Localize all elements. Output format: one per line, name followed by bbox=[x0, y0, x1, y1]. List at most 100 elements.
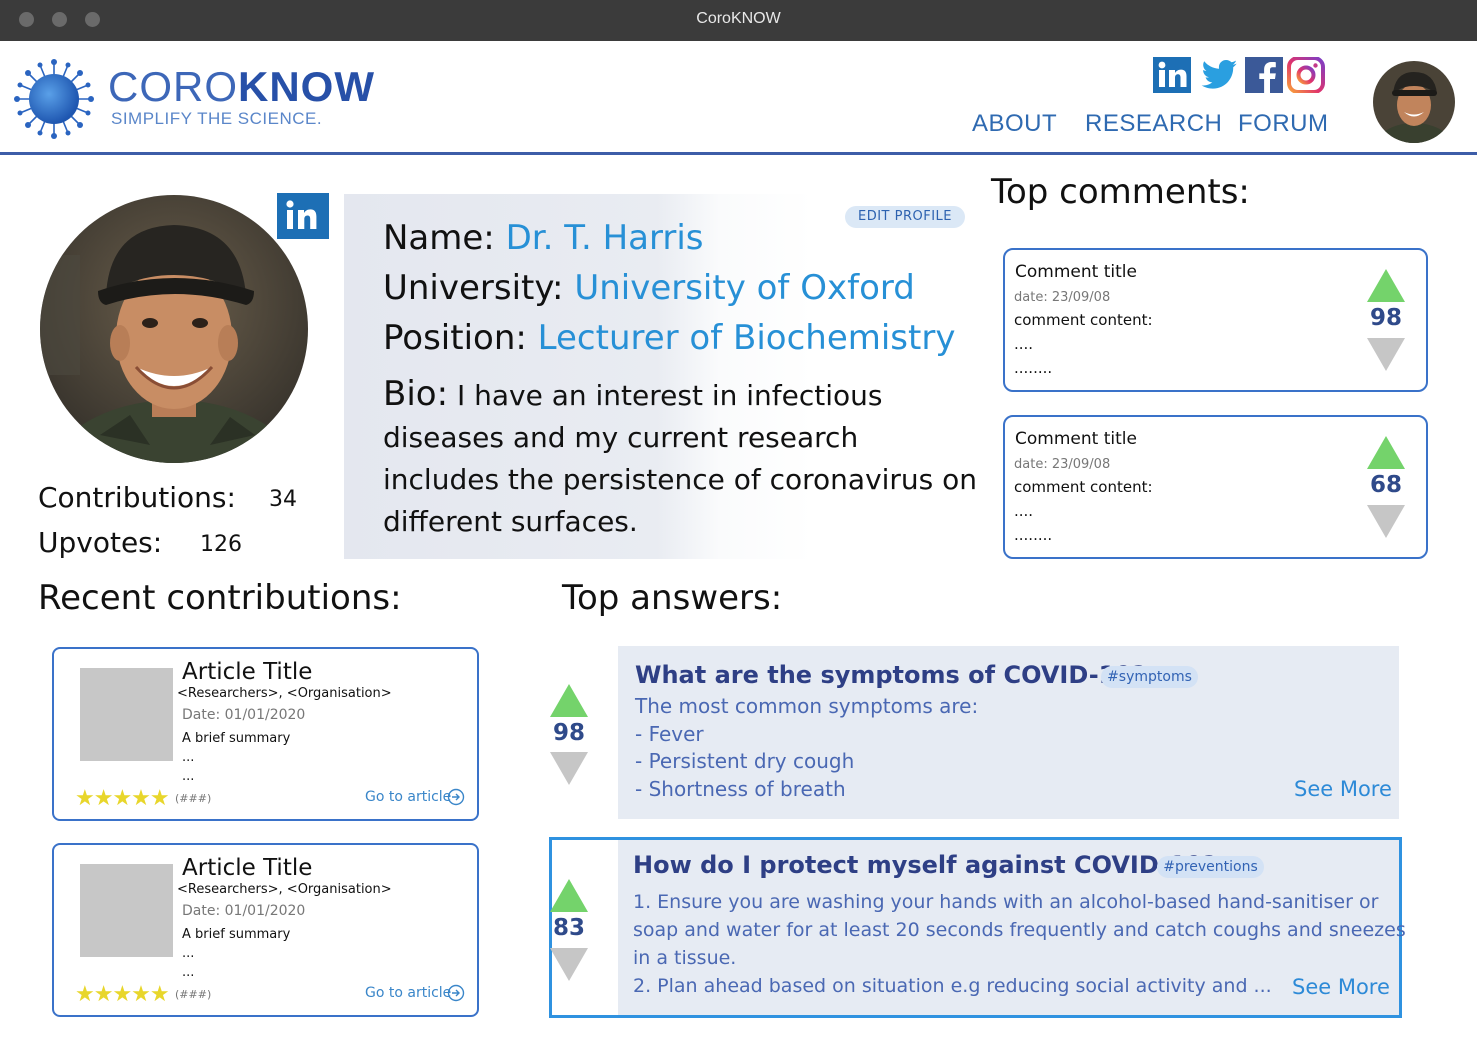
answer-text-line: - Fever bbox=[635, 722, 704, 746]
twitter-icon[interactable] bbox=[1201, 57, 1239, 93]
user-avatar[interactable] bbox=[1373, 61, 1455, 143]
comment-title: Comment title bbox=[1015, 262, 1137, 282]
article-researchers: <Researchers>, <Organisation> bbox=[177, 686, 392, 701]
answer-text-line: in a tissue. bbox=[633, 947, 737, 969]
facebook-icon[interactable] bbox=[1245, 57, 1283, 93]
comment-content-label: comment content: bbox=[1014, 478, 1153, 496]
bio-label: Bio: bbox=[383, 374, 449, 414]
recent-contributions-heading: Recent contributions: bbox=[38, 578, 402, 618]
article-card[interactable]: Article Title <Researchers>, <Organisati… bbox=[52, 843, 479, 1017]
comment-date: date: 23/09/08 bbox=[1014, 290, 1111, 305]
contributions-count: 34 bbox=[269, 487, 297, 512]
brand-name-bold: KNOW bbox=[238, 63, 375, 110]
star-rating: ★★★★★ bbox=[75, 786, 170, 811]
rating-count: (###) bbox=[175, 792, 212, 805]
upvotes-count: 126 bbox=[200, 532, 242, 557]
arrow-circle-right-icon[interactable] bbox=[447, 984, 465, 1002]
profile-photo bbox=[40, 195, 308, 463]
article-summary-line: ... bbox=[182, 965, 195, 980]
profile-position: Lecturer of Biochemistry bbox=[537, 318, 956, 358]
upvote-button[interactable] bbox=[550, 684, 588, 717]
answer-tag[interactable]: #preventions bbox=[1157, 856, 1264, 878]
comment-vote-count: 68 bbox=[1369, 472, 1402, 498]
edit-profile-button[interactable]: EDIT PROFILE bbox=[845, 206, 965, 228]
article-thumbnail bbox=[80, 864, 173, 957]
site-header: COROKNOW SIMPLIFY THE SCIENCE. ABOUT RES… bbox=[0, 41, 1477, 155]
bio-text: I have an interest in infectious disease… bbox=[383, 379, 978, 538]
answer-vote-count: 98 bbox=[552, 720, 585, 746]
nav-forum-link[interactable]: FORUM bbox=[1238, 110, 1328, 138]
downvote-button[interactable] bbox=[550, 948, 588, 981]
profile-linkedin-button[interactable] bbox=[277, 193, 329, 239]
article-card[interactable]: Article Title <Researchers>, <Organisati… bbox=[52, 647, 479, 821]
answer-question[interactable]: What are the symptoms of COVID-19? bbox=[635, 661, 1146, 689]
upvote-button[interactable] bbox=[550, 879, 588, 912]
see-more-link[interactable]: See More bbox=[1294, 777, 1392, 801]
instagram-icon[interactable] bbox=[1287, 57, 1325, 93]
answer-tag[interactable]: #symptoms bbox=[1101, 666, 1198, 688]
article-summary-line: ... bbox=[182, 946, 195, 961]
comment-content-label: comment content: bbox=[1014, 311, 1153, 329]
article-summary-text: A brief summary bbox=[182, 927, 291, 942]
nav-about-link[interactable]: ABOUT bbox=[972, 110, 1057, 138]
comment-content-line: .... bbox=[1014, 335, 1034, 353]
see-more-link[interactable]: See More bbox=[1292, 975, 1390, 999]
brand-name-light: CORO bbox=[108, 63, 238, 110]
article-date: Date: 01/01/2020 bbox=[182, 903, 306, 919]
answer-text-line: - Persistent dry cough bbox=[635, 749, 855, 773]
brand-logo-text[interactable]: COROKNOW bbox=[108, 64, 375, 110]
contributions-stat: Contributions: 34 bbox=[38, 481, 297, 514]
go-to-article-link[interactable]: Go to article bbox=[365, 985, 451, 1001]
upvotes-stat: Upvotes: 126 bbox=[38, 526, 242, 559]
upvote-button[interactable] bbox=[1367, 436, 1405, 469]
answer-text-line: 2. Plan ahead based on situation e.g red… bbox=[633, 975, 1272, 997]
article-thumbnail bbox=[80, 668, 173, 761]
comment-card[interactable]: Comment title date: 23/09/08 comment con… bbox=[1003, 415, 1428, 559]
article-summary-line: ... bbox=[182, 750, 195, 765]
university-label: University: bbox=[383, 268, 575, 308]
rating-count: (###) bbox=[175, 988, 212, 1001]
article-date: Date: 01/01/2020 bbox=[182, 707, 306, 723]
article-summary: A brief summary ... ... bbox=[182, 925, 290, 982]
comment-card[interactable]: Comment title date: 23/09/08 comment con… bbox=[1003, 248, 1428, 392]
star-rating: ★★★★★ bbox=[75, 982, 170, 1007]
position-label: Position: bbox=[383, 318, 538, 358]
profile-university-row: University: University of Oxford bbox=[383, 268, 915, 308]
upvote-button[interactable] bbox=[1367, 269, 1405, 302]
coronavirus-logo-icon[interactable] bbox=[14, 59, 94, 139]
window-title: CoroKNOW bbox=[696, 10, 781, 27]
go-to-article-link[interactable]: Go to article bbox=[365, 789, 451, 805]
top-answers-heading: Top answers: bbox=[562, 578, 783, 618]
downvote-button[interactable] bbox=[1367, 338, 1405, 371]
comment-content-line: .... bbox=[1014, 502, 1034, 520]
brand-tagline: SIMPLIFY THE SCIENCE. bbox=[111, 109, 323, 128]
contributions-label: Contributions: bbox=[38, 481, 236, 514]
article-summary: A brief summary ... ... bbox=[182, 729, 290, 786]
top-comments-heading: Top comments: bbox=[991, 172, 1250, 212]
name-label: Name: bbox=[383, 218, 506, 258]
comment-date: date: 23/09/08 bbox=[1014, 457, 1111, 472]
upvotes-label: Upvotes: bbox=[38, 526, 163, 559]
comment-content: comment content: .... ........ bbox=[1014, 475, 1153, 547]
answer-text-line: The most common symptoms are: bbox=[635, 694, 979, 718]
arrow-circle-right-icon[interactable] bbox=[447, 788, 465, 806]
linkedin-icon[interactable] bbox=[1153, 57, 1191, 93]
linkedin-icon bbox=[286, 200, 317, 229]
comment-title: Comment title bbox=[1015, 429, 1137, 449]
comment-vote-count: 98 bbox=[1369, 305, 1402, 331]
nav-research-link[interactable]: RESEARCH bbox=[1085, 110, 1222, 138]
comment-content-line: ........ bbox=[1014, 526, 1053, 544]
article-summary-line: ... bbox=[182, 769, 195, 784]
answer-text-line: 1. Ensure you are washing your hands wit… bbox=[633, 891, 1379, 913]
answer-vote-count: 83 bbox=[552, 915, 585, 941]
downvote-button[interactable] bbox=[550, 752, 588, 785]
answer-text-line: soap and water for at least 20 seconds f… bbox=[633, 919, 1406, 941]
answer-text-line: - Shortness of breath bbox=[635, 777, 846, 801]
profile-bio: Bio: I have an interest in infectious di… bbox=[383, 373, 983, 543]
window-titlebar: CoroKNOW bbox=[0, 0, 1477, 41]
article-researchers: <Researchers>, <Organisation> bbox=[177, 882, 392, 897]
answer-question[interactable]: How do I protect myself against COVID-19… bbox=[633, 851, 1216, 879]
downvote-button[interactable] bbox=[1367, 505, 1405, 538]
comment-content: comment content: .... ........ bbox=[1014, 308, 1153, 380]
profile-position-row: Position: Lecturer of Biochemistry bbox=[383, 318, 955, 358]
